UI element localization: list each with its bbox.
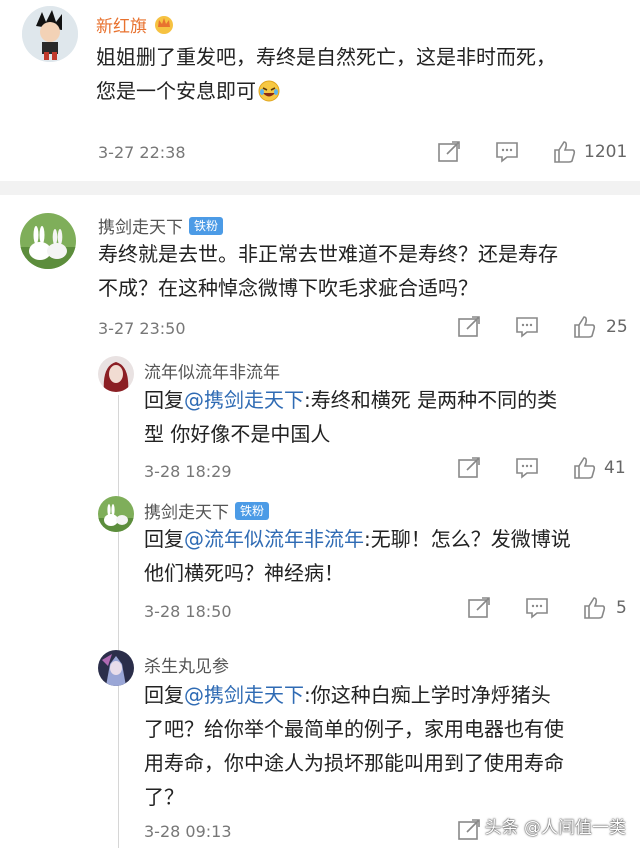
laughing-tears-emoji — [258, 78, 280, 112]
comment-actions: 1201 — [436, 140, 636, 166]
avatar[interactable] — [20, 213, 76, 269]
comment-icon[interactable] — [524, 596, 550, 620]
reply-line: 了？ — [144, 785, 184, 809]
share-icon[interactable] — [466, 596, 492, 620]
comment-time: 3-27 22:38 — [98, 143, 186, 162]
mention-link[interactable]: @流年似流年非流年 — [184, 527, 364, 551]
reply-line: 他们横死吗？神经病！ — [144, 561, 344, 585]
like-count: 41 — [604, 458, 626, 478]
reply-line-text: :无聊！怎么？发微博说 — [364, 527, 571, 551]
like-icon[interactable] — [572, 456, 598, 480]
reply-time: 3-28 18:29 — [144, 462, 232, 481]
avatar[interactable] — [98, 356, 134, 392]
reply-line: 回复@流年似流年非流年:无聊！怎么？发微博说 — [144, 522, 630, 556]
reply-line: 了吧？给你举个最简单的例子，家用电器也有使 — [144, 717, 564, 741]
share-icon[interactable] — [436, 140, 462, 164]
username-text[interactable]: 携剑走天下 — [144, 503, 229, 523]
username[interactable]: 新红旗 — [96, 12, 175, 40]
reply-time: 3-28 09:13 — [144, 822, 232, 841]
reply-2: 携剑走天下 铁粉 回复@流年似流年非流年:无聊！怎么？发微博说 他们横死吗？神经病… — [0, 492, 640, 642]
comment-line: 寿终就是去世。非正常去世难道不是寿终？还是寿存 — [98, 242, 558, 266]
comment-line: 姐姐删了重发吧，寿终是自然死亡，这是非时而死， — [96, 45, 556, 69]
mention-link[interactable]: @携剑走天下 — [184, 388, 304, 412]
fan-badge: 铁粉 — [235, 502, 270, 520]
reply-1: 流年似流年非流年 回复@携剑走天下:寿终和横死 是两种不同的类 型 你好像不是中… — [0, 350, 640, 492]
reply-prefix: 回复 — [144, 388, 184, 412]
share-icon[interactable] — [456, 818, 482, 842]
reply-prefix: 回复 — [144, 683, 184, 707]
share-icon[interactable] — [456, 315, 482, 339]
comment-line-text: 您是一个安息即可 — [96, 79, 256, 103]
reply-time: 3-28 18:50 — [144, 602, 232, 621]
comment-icon[interactable] — [514, 456, 540, 480]
reply-line: 回复@携剑走天下:寿终和横死 是两种不同的类 — [144, 383, 630, 417]
avatar[interactable] — [22, 6, 78, 62]
reply-line: 回复@携剑走天下:你这种白痴上学时净烀猪头 — [144, 678, 630, 712]
mention-link[interactable]: @携剑走天下 — [184, 683, 304, 707]
username[interactable]: 流年似流年非流年 — [144, 358, 280, 383]
reply-text: 回复@流年似流年非流年:无聊！怎么？发微博说 他们横死吗？神经病！ — [144, 522, 630, 590]
comment-icon[interactable] — [494, 140, 520, 164]
comment-text: 寿终就是去世。非正常去世难道不是寿终？还是寿存 不成？在这种悼念微博下吹毛求疵合… — [98, 237, 628, 305]
comment-line: 不成？在这种悼念微博下吹毛求疵合适吗？ — [98, 276, 478, 300]
username-text[interactable]: 新红旗 — [96, 17, 147, 37]
fan-badge: 铁粉 — [189, 217, 224, 235]
reply-actions: 41 — [456, 456, 636, 482]
reply-prefix: 回复 — [144, 527, 184, 551]
section-divider — [0, 181, 640, 195]
reply-actions: 5 — [466, 596, 636, 622]
reply-line-text: :寿终和横死 是两种不同的类 — [304, 388, 558, 412]
watermark: 头条 @人间值一类 — [484, 818, 626, 838]
comment-actions: 25 — [456, 315, 636, 341]
comment-icon[interactable] — [514, 315, 540, 339]
crown-icon — [153, 13, 175, 40]
username[interactable]: 携剑走天下 铁粉 — [144, 498, 270, 523]
like-count: 25 — [606, 317, 628, 337]
username-text[interactable]: 携剑走天下 — [98, 218, 183, 238]
like-icon[interactable] — [572, 315, 598, 339]
comment-1: 新红旗 姐姐删了重发吧，寿终是自然死亡，这是非时而死， 您是一个安息即可 3-2… — [0, 0, 640, 178]
comment-text: 姐姐删了重发吧，寿终是自然死亡，这是非时而死， 您是一个安息即可 — [96, 40, 626, 112]
reply-text: 回复@携剑走天下:寿终和横死 是两种不同的类 型 你好像不是中国人 — [144, 383, 630, 451]
like-count: 1201 — [584, 142, 628, 162]
share-icon[interactable] — [456, 456, 482, 480]
like-count: 5 — [616, 598, 627, 618]
like-icon[interactable] — [552, 140, 578, 164]
comment-time: 3-27 23:50 — [98, 319, 186, 338]
comment-line: 您是一个安息即可 — [96, 74, 626, 112]
username[interactable]: 杀生丸见参 — [144, 652, 229, 677]
like-icon[interactable] — [582, 596, 608, 620]
username[interactable]: 携剑走天下 铁粉 — [98, 213, 224, 238]
reply-line: 用寿命，你中途人为损坏那能叫用到了使用寿命 — [144, 751, 564, 775]
avatar[interactable] — [98, 650, 134, 686]
reply-line-text: :你这种白痴上学时净烀猪头 — [304, 683, 551, 707]
avatar[interactable] — [98, 496, 134, 532]
comment-2: 携剑走天下 铁粉 寿终就是去世。非正常去世难道不是寿终？还是寿存 不成？在这种悼念… — [0, 195, 640, 355]
reply-line: 型 你好像不是中国人 — [144, 422, 331, 446]
reply-text: 回复@携剑走天下:你这种白痴上学时净烀猪头 了吧？给你举个最简单的例子，家用电器… — [144, 678, 630, 814]
